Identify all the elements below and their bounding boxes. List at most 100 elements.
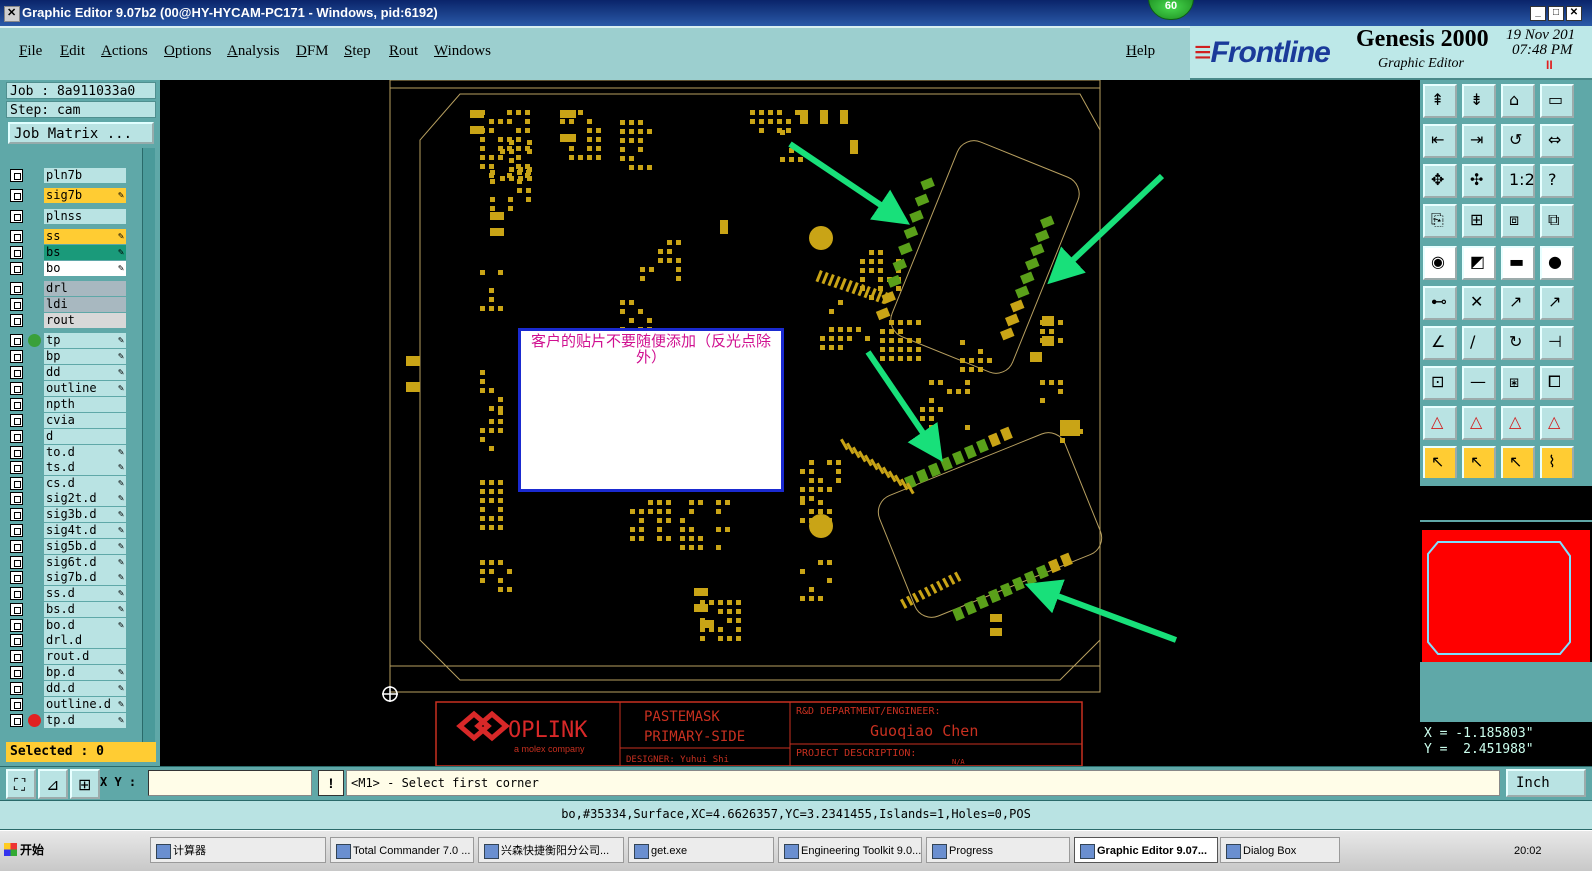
layer-row-to-d[interactable]: to.d ✎	[10, 445, 128, 460]
undo-view-button[interactable]: ↺	[1501, 124, 1535, 158]
edit-button[interactable]: ◩	[1462, 246, 1496, 280]
layer-name[interactable]: dd ✎	[44, 365, 126, 380]
layer-checkbox[interactable]	[10, 650, 23, 663]
delete-button[interactable]: ✕	[1462, 286, 1496, 320]
layer-checkbox[interactable]	[10, 282, 23, 295]
flip-button[interactable]: ⇔	[1540, 124, 1574, 158]
layer-name[interactable]: ss ✎	[44, 229, 126, 244]
layer-name[interactable]: sig6t.d ✎	[44, 555, 126, 570]
angle-button[interactable]: ∠	[1423, 326, 1457, 360]
layer-name[interactable]: bp ✎	[44, 349, 126, 364]
grid-button[interactable]: ⊞	[70, 769, 100, 799]
taskbar-item[interactable]: get.exe	[628, 837, 774, 863]
segment-button[interactable]: —	[1462, 366, 1496, 400]
layer-name[interactable]: bp.d ✎	[44, 665, 126, 680]
layer-name[interactable]: outline.d ✎	[44, 697, 126, 712]
layer-row-bo[interactable]: bo ✎	[10, 261, 128, 276]
layer-name[interactable]: rout.d	[44, 649, 126, 664]
menu-rout[interactable]: Rout	[389, 43, 418, 60]
layer-row-ss-d[interactable]: ss.d ✎	[10, 586, 128, 601]
layer-row-rout-d[interactable]: rout.d	[10, 649, 128, 664]
layer-row-cs-d[interactable]: cs.d ✎	[10, 476, 128, 491]
layer-name[interactable]: sig2t.d ✎	[44, 491, 126, 506]
taskbar-item[interactable]: 计算器	[150, 837, 326, 863]
layer-checkbox[interactable]	[10, 414, 23, 427]
layer-checkbox[interactable]	[10, 508, 23, 521]
units-button[interactable]: Inch	[1506, 769, 1586, 797]
layer-name[interactable]: dd.d ✎	[44, 681, 126, 696]
layer-checkbox[interactable]	[10, 666, 23, 679]
pointer-2-button[interactable]: ↖	[1462, 446, 1496, 480]
home-view-button[interactable]: ⇞	[1423, 84, 1457, 118]
layer-row-cvia[interactable]: cvia	[10, 413, 128, 428]
maximize-button[interactable]: □	[1548, 6, 1564, 21]
xy-input[interactable]	[148, 770, 312, 796]
close-button[interactable]: ✕	[1566, 6, 1582, 21]
layer-affected-dot[interactable]	[28, 334, 41, 347]
line-add-button[interactable]: ↗	[1501, 286, 1535, 320]
graphic-canvas[interactable]: OPLINK a molex company PASTEMASK PRIMARY…	[160, 80, 1420, 766]
layer-row-plnss[interactable]: plnss	[10, 209, 128, 224]
menu-analysis[interactable]: Analysis	[227, 43, 280, 60]
triangle-3-button[interactable]: △	[1501, 406, 1535, 440]
layer-name[interactable]: d	[44, 429, 126, 444]
start-button[interactable]: 开始	[2, 837, 48, 863]
measure-button[interactable]: ⊿	[38, 769, 68, 799]
layer-name[interactable]: bs.d ✎	[44, 602, 126, 617]
menu-edit[interactable]: Edit	[60, 43, 85, 60]
layer-checkbox[interactable]	[10, 603, 23, 616]
pan-left-button[interactable]: ⇤	[1423, 124, 1457, 158]
minimize-button[interactable]: _	[1530, 6, 1546, 21]
zoom-box-button[interactable]: ⛶	[6, 769, 36, 799]
layer-checkbox[interactable]	[10, 382, 23, 395]
layer-name[interactable]: sig7b ✎	[44, 188, 126, 203]
tools-button[interactable]: ⎘	[1423, 204, 1457, 238]
layer-row-tp-d[interactable]: tp.d ✎	[10, 713, 128, 728]
overview-map[interactable]	[1420, 522, 1592, 662]
layer-checkbox[interactable]	[10, 619, 23, 632]
layers-button[interactable]: ⧈	[1501, 204, 1535, 238]
layer-row-drl[interactable]: drl	[10, 281, 128, 296]
layer-affected-dot[interactable]	[28, 714, 41, 727]
split-button[interactable]: ⊣	[1540, 326, 1574, 360]
rotate-button[interactable]: ↻	[1501, 326, 1535, 360]
layer-checkbox[interactable]	[10, 210, 23, 223]
layer-checkbox[interactable]	[10, 230, 23, 243]
layer-name[interactable]: ts.d ✎	[44, 460, 126, 475]
layer-checkbox[interactable]	[10, 524, 23, 537]
layer-name[interactable]: sig4t.d ✎	[44, 523, 126, 538]
layer-row-dd[interactable]: dd ✎	[10, 365, 128, 380]
layer-checkbox[interactable]	[10, 477, 23, 490]
layer-name[interactable]: outline ✎	[44, 381, 126, 396]
house-button[interactable]: ⌂	[1501, 84, 1535, 118]
layer-name[interactable]: sig5b.d ✎	[44, 539, 126, 554]
layer-name[interactable]: bo ✎	[44, 261, 126, 276]
alert-button[interactable]: !	[318, 770, 344, 796]
layer-name[interactable]: cs.d ✎	[44, 476, 126, 491]
layer-checkbox[interactable]	[10, 430, 23, 443]
layer-checkbox[interactable]	[10, 366, 23, 379]
layer-checkbox[interactable]	[10, 571, 23, 584]
layer-name[interactable]: tp ✎	[44, 333, 126, 348]
layers-alt-button[interactable]: ⧉	[1540, 204, 1574, 238]
layer-row-dd-d[interactable]: dd.d ✎	[10, 681, 128, 696]
layer-name[interactable]: drl.d	[44, 633, 126, 648]
layer-row-ss[interactable]: ss ✎	[10, 229, 128, 244]
layer-checkbox[interactable]	[10, 298, 23, 311]
layer-name[interactable]: cvia	[44, 413, 126, 428]
taskbar-item[interactable]: Dialog Box	[1220, 837, 1340, 863]
menu-windows[interactable]: Windows	[434, 43, 491, 60]
select-box-button[interactable]: ⊡	[1423, 366, 1457, 400]
layer-row-tp[interactable]: tp ✎	[10, 333, 128, 348]
layer-name[interactable]: to.d ✎	[44, 445, 126, 460]
layer-name[interactable]: plnss	[44, 209, 126, 224]
layer-checkbox[interactable]	[10, 246, 23, 259]
center-button[interactable]: ✣	[1462, 164, 1496, 198]
layer-row-ts-d[interactable]: ts.d ✎	[10, 460, 128, 475]
layer-row-bs-d[interactable]: bs.d ✎	[10, 602, 128, 617]
menu-actions[interactable]: Actions	[101, 43, 148, 60]
snap-button[interactable]: ◉	[1423, 246, 1457, 280]
layer-row-d[interactable]: d	[10, 429, 128, 444]
taskbar-item[interactable]: Progress	[926, 837, 1070, 863]
layer-checkbox[interactable]	[10, 682, 23, 695]
